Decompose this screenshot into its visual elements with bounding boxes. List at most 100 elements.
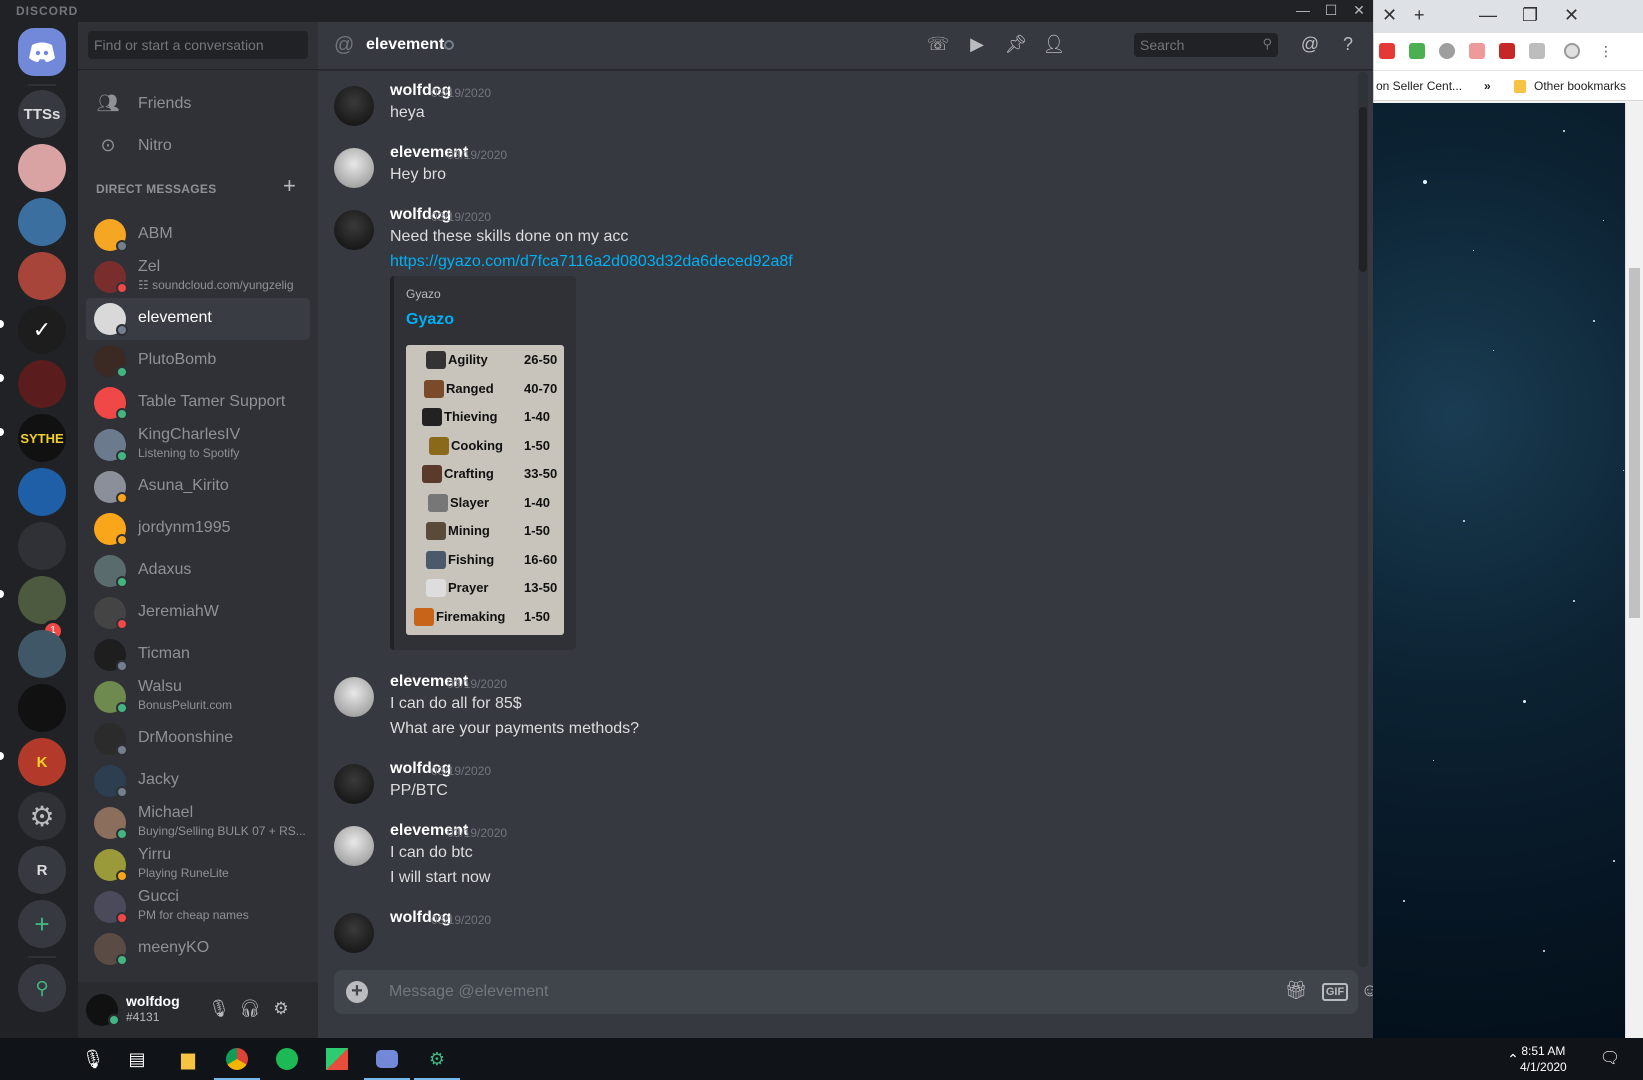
dm-item[interactable]: Michael Buying/Selling BULK 07 + RS... bbox=[86, 802, 310, 844]
server-icon[interactable] bbox=[18, 522, 66, 570]
maximize-icon[interactable]: ☐ bbox=[1318, 0, 1344, 22]
emoji-icon[interactable]: ☺ bbox=[1358, 980, 1373, 1004]
upload-plus-icon[interactable]: + bbox=[346, 981, 368, 1003]
server-icon[interactable] bbox=[18, 252, 66, 300]
server-icon[interactable]: K bbox=[18, 738, 66, 786]
close-tab-icon[interactable]: ✕ bbox=[1382, 5, 1397, 26]
server-icon[interactable] bbox=[18, 198, 66, 246]
avatar[interactable] bbox=[334, 764, 374, 804]
skill-icon bbox=[426, 550, 446, 569]
avatar[interactable] bbox=[334, 210, 374, 250]
spotify-icon[interactable] bbox=[272, 1044, 302, 1074]
server-icon[interactable]: ✓ bbox=[18, 306, 66, 354]
restore-icon[interactable]: ❐ bbox=[1522, 5, 1538, 26]
settings-gear-icon[interactable]: ⚙ bbox=[270, 999, 292, 1021]
skill-row: Thieving 1-40 bbox=[406, 403, 564, 431]
message-input[interactable]: Message @elevement bbox=[389, 983, 548, 1001]
add-friends-to-dm-icon[interactable]: 👤︎ bbox=[1042, 34, 1066, 58]
server-icon[interactable] bbox=[18, 576, 66, 624]
extension-icon[interactable] bbox=[1409, 43, 1425, 59]
start-voice-call-icon[interactable]: ☏ bbox=[926, 34, 950, 58]
dm-item[interactable]: JeremiahW bbox=[86, 592, 310, 634]
other-bookmarks[interactable]: Other bookmarks bbox=[1534, 79, 1626, 93]
skill-icon bbox=[424, 379, 444, 398]
dm-item[interactable]: DrMoonshine bbox=[86, 718, 310, 760]
start-video-call-icon[interactable]: ▶︎ bbox=[965, 34, 989, 58]
minimize-icon[interactable]: — bbox=[1290, 0, 1316, 22]
dm-item[interactable]: KingCharlesIV Listening to Spotify bbox=[86, 424, 310, 466]
server-icon[interactable]: SYTHE bbox=[18, 414, 66, 462]
server-icon[interactable] bbox=[18, 630, 66, 678]
message-link[interactable]: https://gyazo.com/d7fca7116a2d0803d32da6… bbox=[390, 253, 793, 271]
add-server-button[interactable]: + bbox=[18, 900, 66, 948]
avatar[interactable] bbox=[334, 148, 374, 188]
dm-item[interactable]: Walsu BonusPelurit.com bbox=[86, 676, 310, 718]
dm-item[interactable]: Gucci PM for cheap names bbox=[86, 886, 310, 928]
dm-item[interactable]: ABM bbox=[86, 214, 310, 256]
bookmark-item[interactable]: on Seller Cent... bbox=[1376, 79, 1462, 93]
menu-kebab-icon[interactable]: ⋮ bbox=[1599, 43, 1613, 59]
home-button[interactable] bbox=[18, 28, 66, 76]
dm-item[interactable]: Jacky bbox=[86, 760, 310, 802]
minimize-icon[interactable]: — bbox=[1479, 5, 1497, 26]
avatar[interactable] bbox=[334, 677, 374, 717]
extension-icon[interactable] bbox=[1469, 43, 1485, 59]
extension-icon[interactable] bbox=[1529, 43, 1545, 59]
server-icon[interactable] bbox=[18, 468, 66, 516]
server-icon[interactable]: R bbox=[18, 846, 66, 894]
settings-server-icon[interactable]: ⚙ bbox=[18, 792, 66, 840]
find-conversation-button[interactable]: Find or start a conversation bbox=[88, 31, 308, 59]
close-icon[interactable]: ✕ bbox=[1564, 5, 1579, 26]
skills-image[interactable]: Agility 26-50 Ranged 40-70 Thieving 1-40 Cooki… bbox=[406, 345, 564, 635]
skill-icon bbox=[426, 522, 446, 540]
system-clock[interactable]: 8:51 AM 4/1/2020 bbox=[1520, 1043, 1567, 1075]
avatar[interactable] bbox=[334, 826, 374, 866]
mentions-icon[interactable]: @ bbox=[1298, 34, 1322, 58]
embed-title[interactable]: Gyazo bbox=[406, 311, 454, 329]
profile-icon[interactable] bbox=[1564, 43, 1580, 59]
microphone-icon[interactable]: 🎙︎ bbox=[208, 999, 230, 1021]
discord-taskbar-icon[interactable] bbox=[364, 1044, 410, 1080]
dm-item[interactable]: Ticman bbox=[86, 634, 310, 676]
avatar[interactable] bbox=[334, 86, 374, 126]
browser-scrollbar[interactable] bbox=[1625, 103, 1643, 1038]
headphones-icon[interactable]: 🎧︎ bbox=[239, 999, 261, 1021]
bookmarks-overflow-icon[interactable]: » bbox=[1484, 79, 1491, 93]
search-input[interactable]: Search ⚲ bbox=[1134, 33, 1278, 57]
app-icon[interactable] bbox=[322, 1044, 352, 1074]
adblock-icon[interactable] bbox=[1379, 43, 1395, 59]
dm-item[interactable]: Adaxus bbox=[86, 550, 310, 592]
dm-item[interactable]: Yirru Playing RuneLite bbox=[86, 844, 310, 886]
dm-item[interactable]: Zel ☷ soundcloud.com/yungzelig bbox=[86, 256, 310, 298]
task-view-icon[interactable]: ▤ bbox=[122, 1044, 152, 1074]
dm-item[interactable]: meenyKO bbox=[86, 928, 310, 970]
file-explorer-icon[interactable]: ▆ bbox=[173, 1044, 203, 1074]
avatar[interactable] bbox=[334, 913, 374, 953]
server-icon[interactable] bbox=[18, 360, 66, 408]
help-icon[interactable]: ? bbox=[1336, 34, 1360, 58]
dm-item[interactable]: PlutoBomb bbox=[86, 340, 310, 382]
chrome-icon[interactable] bbox=[214, 1044, 260, 1080]
gif-button[interactable]: GIF bbox=[1322, 983, 1348, 1001]
nav-nitro[interactable]: ⊙ Nitro bbox=[86, 125, 310, 167]
dm-item[interactable]: jordynm1995 bbox=[86, 508, 310, 550]
nav-friends[interactable]: 👥︎ Friends bbox=[86, 83, 310, 125]
dm-item[interactable]: Table Tamer Support bbox=[86, 382, 310, 424]
dm-item[interactable]: Asuna_Kirito bbox=[86, 466, 310, 508]
chat-scrollbar[interactable] bbox=[1358, 72, 1368, 967]
cortana-microphone-icon[interactable]: 🎙︎ bbox=[78, 1044, 108, 1074]
extension-icon[interactable] bbox=[1439, 43, 1455, 59]
runelite-icon[interactable]: ⚙ bbox=[414, 1044, 460, 1080]
pdf-icon[interactable] bbox=[1499, 43, 1515, 59]
gift-icon[interactable]: 🎁︎ bbox=[1284, 980, 1308, 1004]
create-dm-button[interactable]: + bbox=[283, 173, 296, 199]
new-tab-icon[interactable]: + bbox=[1414, 5, 1425, 26]
server-icon[interactable] bbox=[18, 144, 66, 192]
close-icon[interactable]: ✕ bbox=[1346, 0, 1372, 22]
pinned-messages-icon[interactable]: 📌︎ bbox=[1004, 34, 1028, 58]
notifications-icon[interactable]: 🗨︎ bbox=[1595, 1044, 1625, 1074]
dm-item[interactable]: elevement bbox=[86, 298, 310, 340]
server-icon[interactable] bbox=[18, 684, 66, 732]
explore-search-icon[interactable]: ⚲ bbox=[18, 964, 66, 1012]
server-icon[interactable]: TTSs bbox=[18, 90, 66, 138]
